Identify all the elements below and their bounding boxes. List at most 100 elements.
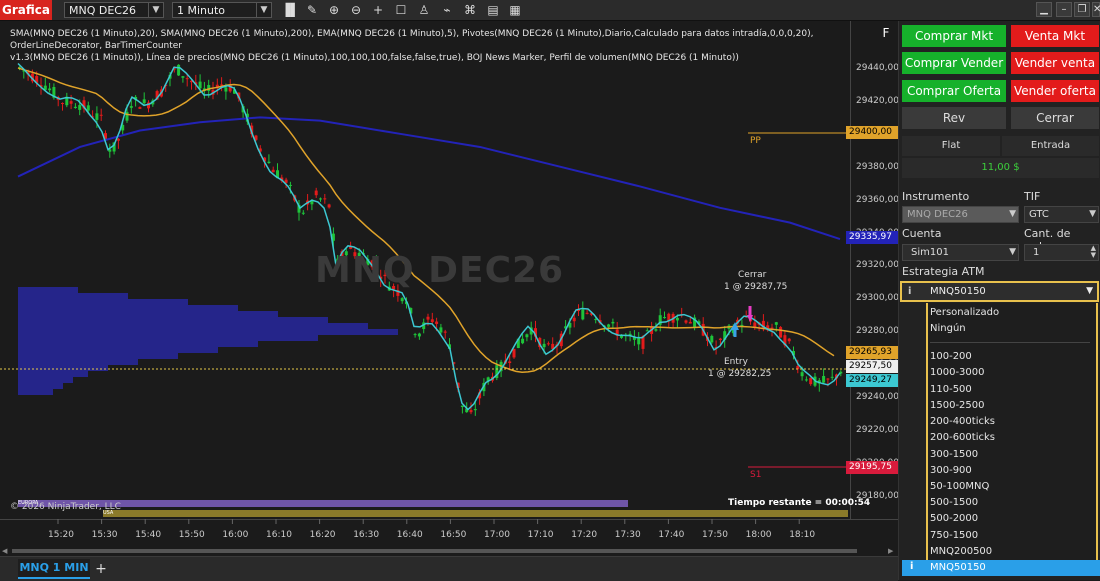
volume-profile-bar [18, 317, 328, 323]
volume-profile-bar [18, 293, 128, 299]
sma200-line [17, 116, 841, 241]
price-tick-label: 29180,00 [856, 490, 899, 501]
atm-option[interactable]: 110-500 [930, 384, 972, 395]
atm-option[interactable]: 50-100MNQ [930, 481, 989, 492]
volume-profile-bar [18, 383, 63, 389]
atm-option[interactable]: 200-600ticks [930, 432, 995, 443]
candle-body [473, 409, 477, 411]
time-tick-label: 17:40 [658, 530, 685, 540]
buy-bid-button[interactable]: Comprar Vender [902, 52, 1006, 74]
minimize-icon[interactable]: ▁ [1036, 2, 1052, 17]
buy-ask-button[interactable]: Comprar Oferta [902, 80, 1006, 102]
price-tick-label: 29420,00 [856, 95, 899, 106]
instrument-field-value: MNQ DEC26 [907, 209, 968, 220]
chart-tab-bar: MNQ 1 MIN + [0, 556, 898, 581]
instrument-field[interactable]: MNQ DEC26 ▼ [902, 206, 1019, 223]
account-select[interactable]: Sim101 ▼ [902, 244, 1019, 261]
close-icon[interactable]: ✕ [1092, 2, 1100, 17]
candle-body [663, 317, 666, 319]
candle-body [654, 329, 658, 331]
candle-body [116, 138, 120, 141]
candle-body [95, 113, 99, 120]
price-tick-label: 29240,00 [856, 392, 899, 402]
atm-option[interactable]: Ningún [930, 323, 966, 334]
candle-body [607, 324, 611, 327]
tab-mnq-1-min[interactable]: MNQ 1 MIN [18, 559, 90, 579]
sell-bid-button[interactable]: Vender oferta [1011, 80, 1099, 102]
scroll-right-icon[interactable]: ▶ [888, 547, 893, 555]
price-tick-label: 29280,00 [856, 326, 899, 337]
volume-profile-bar [18, 299, 188, 305]
volume-profile-bar [18, 389, 53, 395]
time-tick-label: 18:10 [789, 530, 816, 540]
volume-profile-bar [18, 323, 368, 329]
indicator-legend-line: v1.3(MNQ DEC26 (1 Minuto)), Línea de pre… [10, 53, 739, 63]
volume-profile-bar [18, 347, 218, 353]
time-tick-label: 15:40 [135, 530, 162, 540]
atm-option[interactable]: MNQ200500 [930, 546, 992, 557]
stepper-arrows-icon[interactable]: ▲ ▼ [1091, 245, 1096, 259]
buy-market-button[interactable]: Comprar Mkt [902, 25, 1006, 47]
minimize-icon[interactable]: – [1056, 2, 1072, 17]
scroll-left-icon[interactable]: ◀ [2, 547, 7, 555]
time-tick-label: 16:40 [396, 530, 423, 540]
atm-option[interactable]: 100-200 [930, 351, 972, 362]
sell-ask-button[interactable]: Vender venta [1011, 52, 1099, 74]
atm-option[interactable]: 500-1500 [930, 497, 978, 508]
candle-body [800, 372, 804, 377]
time-tick-label: 17:00 [484, 530, 510, 540]
fit-button[interactable]: F [878, 25, 894, 41]
quantity-stepper[interactable]: 1 ▲ ▼ [1024, 244, 1099, 261]
atm-option[interactable]: Personalizado [930, 307, 999, 318]
candle-body [138, 107, 142, 109]
time-tick-label: 17:20 [571, 530, 598, 540]
volume-profile [18, 287, 398, 395]
candle-body [581, 309, 585, 320]
volume-profile-bar [18, 377, 73, 383]
candle-body [267, 161, 271, 163]
atm-option[interactable]: 500-2000 [930, 513, 978, 524]
time-tick-label: 16:10 [266, 530, 292, 540]
candle-body [512, 348, 516, 358]
candle-body [142, 99, 146, 104]
candle-body [198, 81, 202, 89]
instrument-label: Instrumento [902, 190, 970, 203]
pivot-pp-label: PP [750, 136, 761, 146]
chart-scrollbar[interactable]: ◀ ▶ [0, 546, 898, 556]
add-tab-button[interactable]: + [92, 559, 110, 579]
atm-option[interactable]: 200-400ticks [930, 416, 995, 427]
copyright-text: © 2026 NinjaTrader, LLC [10, 502, 121, 512]
candle-body [826, 378, 830, 380]
tif-select[interactable]: GTC ▼ [1024, 206, 1099, 223]
candle-body [69, 101, 73, 104]
atm-option[interactable]: 300-1500 [930, 449, 978, 460]
candle-body [710, 335, 714, 343]
sell-market-button[interactable]: Venta Mkt [1011, 25, 1099, 47]
atm-option[interactable]: 1500-2500 [930, 400, 985, 411]
time-tick-label: 18:00 [745, 530, 772, 540]
candle-body [611, 321, 615, 324]
atm-strategy-select[interactable]: i MNQ50150 ▼ [900, 281, 1099, 302]
candle-body [417, 333, 421, 337]
atm-option[interactable]: 750-1500 [930, 530, 978, 541]
atm-option[interactable]: 1000-3000 [930, 367, 985, 378]
candle-body [508, 361, 512, 364]
atm-option[interactable]: 300-900 [930, 465, 972, 476]
candle-body [645, 330, 649, 332]
time-tick-label: 15:30 [91, 530, 118, 540]
maximize-icon[interactable]: ❐ [1074, 2, 1090, 17]
volume-profile-bar [18, 365, 108, 371]
reverse-button[interactable]: Rev [902, 107, 1006, 129]
price-tick-label: 29320,00 [856, 260, 899, 271]
pnl-display: 11,00 $ [902, 158, 1099, 178]
candle-body [48, 88, 52, 91]
candle-body [129, 106, 133, 108]
exit-fill-label: 1 @ 29287,75 [724, 282, 788, 292]
atm-option[interactable]: MNQ50150 [930, 562, 986, 573]
scrollbar-thumb[interactable] [12, 549, 857, 553]
close-position-button[interactable]: Cerrar [1011, 107, 1099, 129]
candle-body [413, 334, 417, 336]
candle-body [271, 169, 275, 173]
candle-body [822, 375, 826, 383]
tif-select-value: GTC [1029, 209, 1049, 220]
